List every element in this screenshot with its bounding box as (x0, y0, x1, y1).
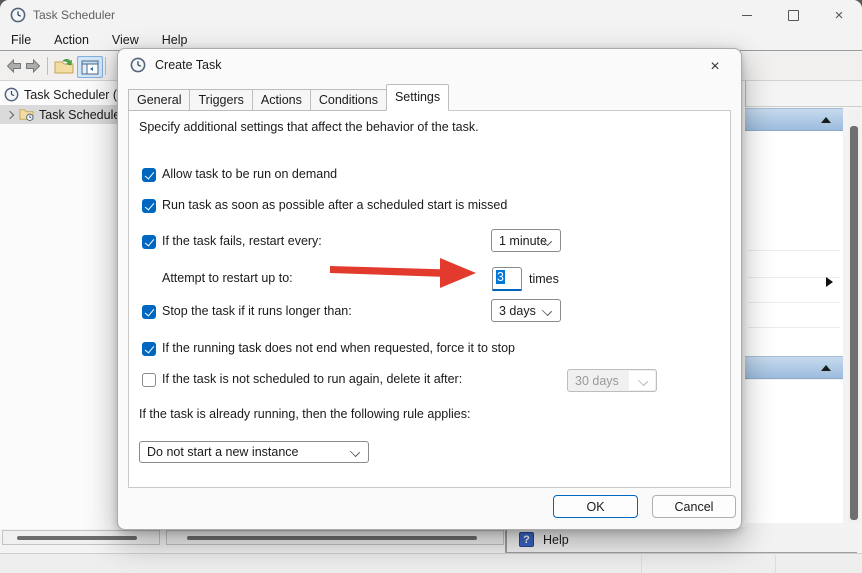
vertical-scrollbar-thumb[interactable] (850, 126, 858, 520)
help-icon: ? (519, 532, 534, 547)
dialog-close-button[interactable]: × (701, 55, 729, 79)
force-stop-label[interactable]: If the running task does not end when re… (162, 341, 515, 355)
delete-after-dropdown: 30 days (567, 369, 657, 392)
restart-interval-dropdown[interactable]: 1 minute (491, 229, 561, 252)
forward-icon (26, 59, 41, 73)
stop-duration-dropdown[interactable]: 3 days (491, 299, 561, 322)
red-arrow-annotation (330, 258, 476, 288)
actions-pane-list (745, 131, 843, 356)
chevron-down-icon (349, 446, 361, 458)
tree-item-label: Task Schedule (39, 107, 121, 122)
tab-settings[interactable]: Settings (385, 84, 450, 111)
ok-button[interactable]: OK (553, 495, 638, 518)
stop-if-longer-label[interactable]: Stop the task if it runs longer than: (162, 304, 352, 318)
status-bar (0, 553, 862, 573)
list-separator (748, 327, 840, 328)
restart-attempts-label: Attempt to restart up to: (162, 271, 293, 285)
already-running-label: If the task is already running, then the… (139, 407, 471, 421)
title-bar: Task Scheduler × (0, 0, 862, 30)
tree-horizontal-scrollbar[interactable] (2, 530, 160, 545)
delete-task-checkbox[interactable] (142, 373, 156, 387)
back-button[interactable] (5, 56, 23, 76)
list-separator (748, 302, 840, 303)
help-row[interactable]: ? Help (505, 527, 857, 553)
menu-view[interactable]: View (109, 33, 142, 47)
open-folder-icon (54, 58, 74, 73)
actions-pane-top (745, 81, 862, 107)
clock-icon (4, 87, 19, 102)
settings-description: Specify additional settings that affect … (139, 120, 479, 134)
toolbar-separator (105, 57, 106, 75)
stop-if-longer-checkbox[interactable] (142, 305, 156, 319)
maximize-icon (787, 9, 799, 21)
clock-icon (10, 7, 26, 23)
maximize-button[interactable] (770, 0, 816, 30)
actions-pane-list (745, 380, 843, 523)
tab-general[interactable]: General (128, 89, 191, 111)
console-window-icon (81, 60, 99, 74)
tab-triggers[interactable]: Triggers (189, 89, 253, 111)
clock-icon (130, 57, 146, 73)
list-horizontal-scrollbar[interactable] (166, 530, 504, 545)
close-icon: × (710, 58, 720, 75)
allow-on-demand-checkbox[interactable] (142, 168, 156, 182)
collapse-icon[interactable] (821, 117, 831, 123)
actions-pane-header (745, 356, 843, 379)
chevron-down-icon (541, 305, 553, 317)
folder-clock-icon (19, 109, 34, 121)
menu-file[interactable]: File (8, 33, 34, 47)
forward-button[interactable] (24, 56, 42, 76)
run-missed-start-label[interactable]: Run task as soon as possible after a sch… (162, 198, 507, 212)
tab-actions[interactable]: Actions (251, 89, 311, 111)
open-folder-button[interactable] (53, 56, 75, 76)
expand-chevron-icon[interactable] (5, 110, 15, 119)
list-separator (748, 250, 840, 251)
minimize-icon (742, 14, 752, 16)
close-icon: × (834, 6, 844, 24)
minimize-button[interactable] (724, 0, 770, 30)
task-scheduler-window: Task Scheduler × File Action View Help T… (0, 0, 862, 573)
help-label: Help (543, 533, 569, 547)
selected-text: 3 (496, 270, 505, 284)
menu-help[interactable]: Help (159, 33, 191, 47)
cancel-button[interactable]: Cancel (652, 495, 736, 518)
restart-on-failure-label[interactable]: If the task fails, restart every: (162, 234, 322, 248)
tree-item-label: Task Scheduler (L (24, 87, 125, 102)
back-icon (6, 59, 21, 73)
submenu-arrow-icon[interactable] (826, 277, 833, 287)
dialog-title: Create Task (155, 58, 222, 72)
instance-rule-dropdown[interactable]: Do not start a new instance (139, 441, 369, 463)
force-stop-checkbox[interactable] (142, 342, 156, 356)
restart-on-failure-checkbox[interactable] (142, 235, 156, 249)
tab-conditions[interactable]: Conditions (309, 89, 387, 111)
toolbar-separator (47, 57, 48, 75)
run-missed-start-checkbox[interactable] (142, 199, 156, 213)
settings-tab-page: Specify additional settings that affect … (128, 110, 731, 488)
times-suffix-label: times (529, 272, 559, 286)
console-view-button[interactable] (77, 56, 103, 78)
collapse-icon[interactable] (821, 365, 831, 371)
restart-count-input[interactable]: 3 (492, 267, 522, 291)
status-separator (641, 555, 642, 573)
scrollbar-thumb[interactable] (17, 536, 137, 540)
status-separator (775, 555, 776, 573)
actions-pane-header (745, 108, 843, 131)
allow-on-demand-label[interactable]: Allow task to be run on demand (162, 167, 337, 181)
tab-strip: General Triggers Actions Conditions Sett… (128, 84, 450, 111)
menu-action[interactable]: Action (51, 33, 92, 47)
close-button[interactable]: × (816, 0, 862, 30)
delete-task-label[interactable]: If the task is not scheduled to run agai… (162, 372, 462, 386)
scrollbar-thumb[interactable] (187, 536, 477, 540)
window-title: Task Scheduler (33, 8, 116, 22)
